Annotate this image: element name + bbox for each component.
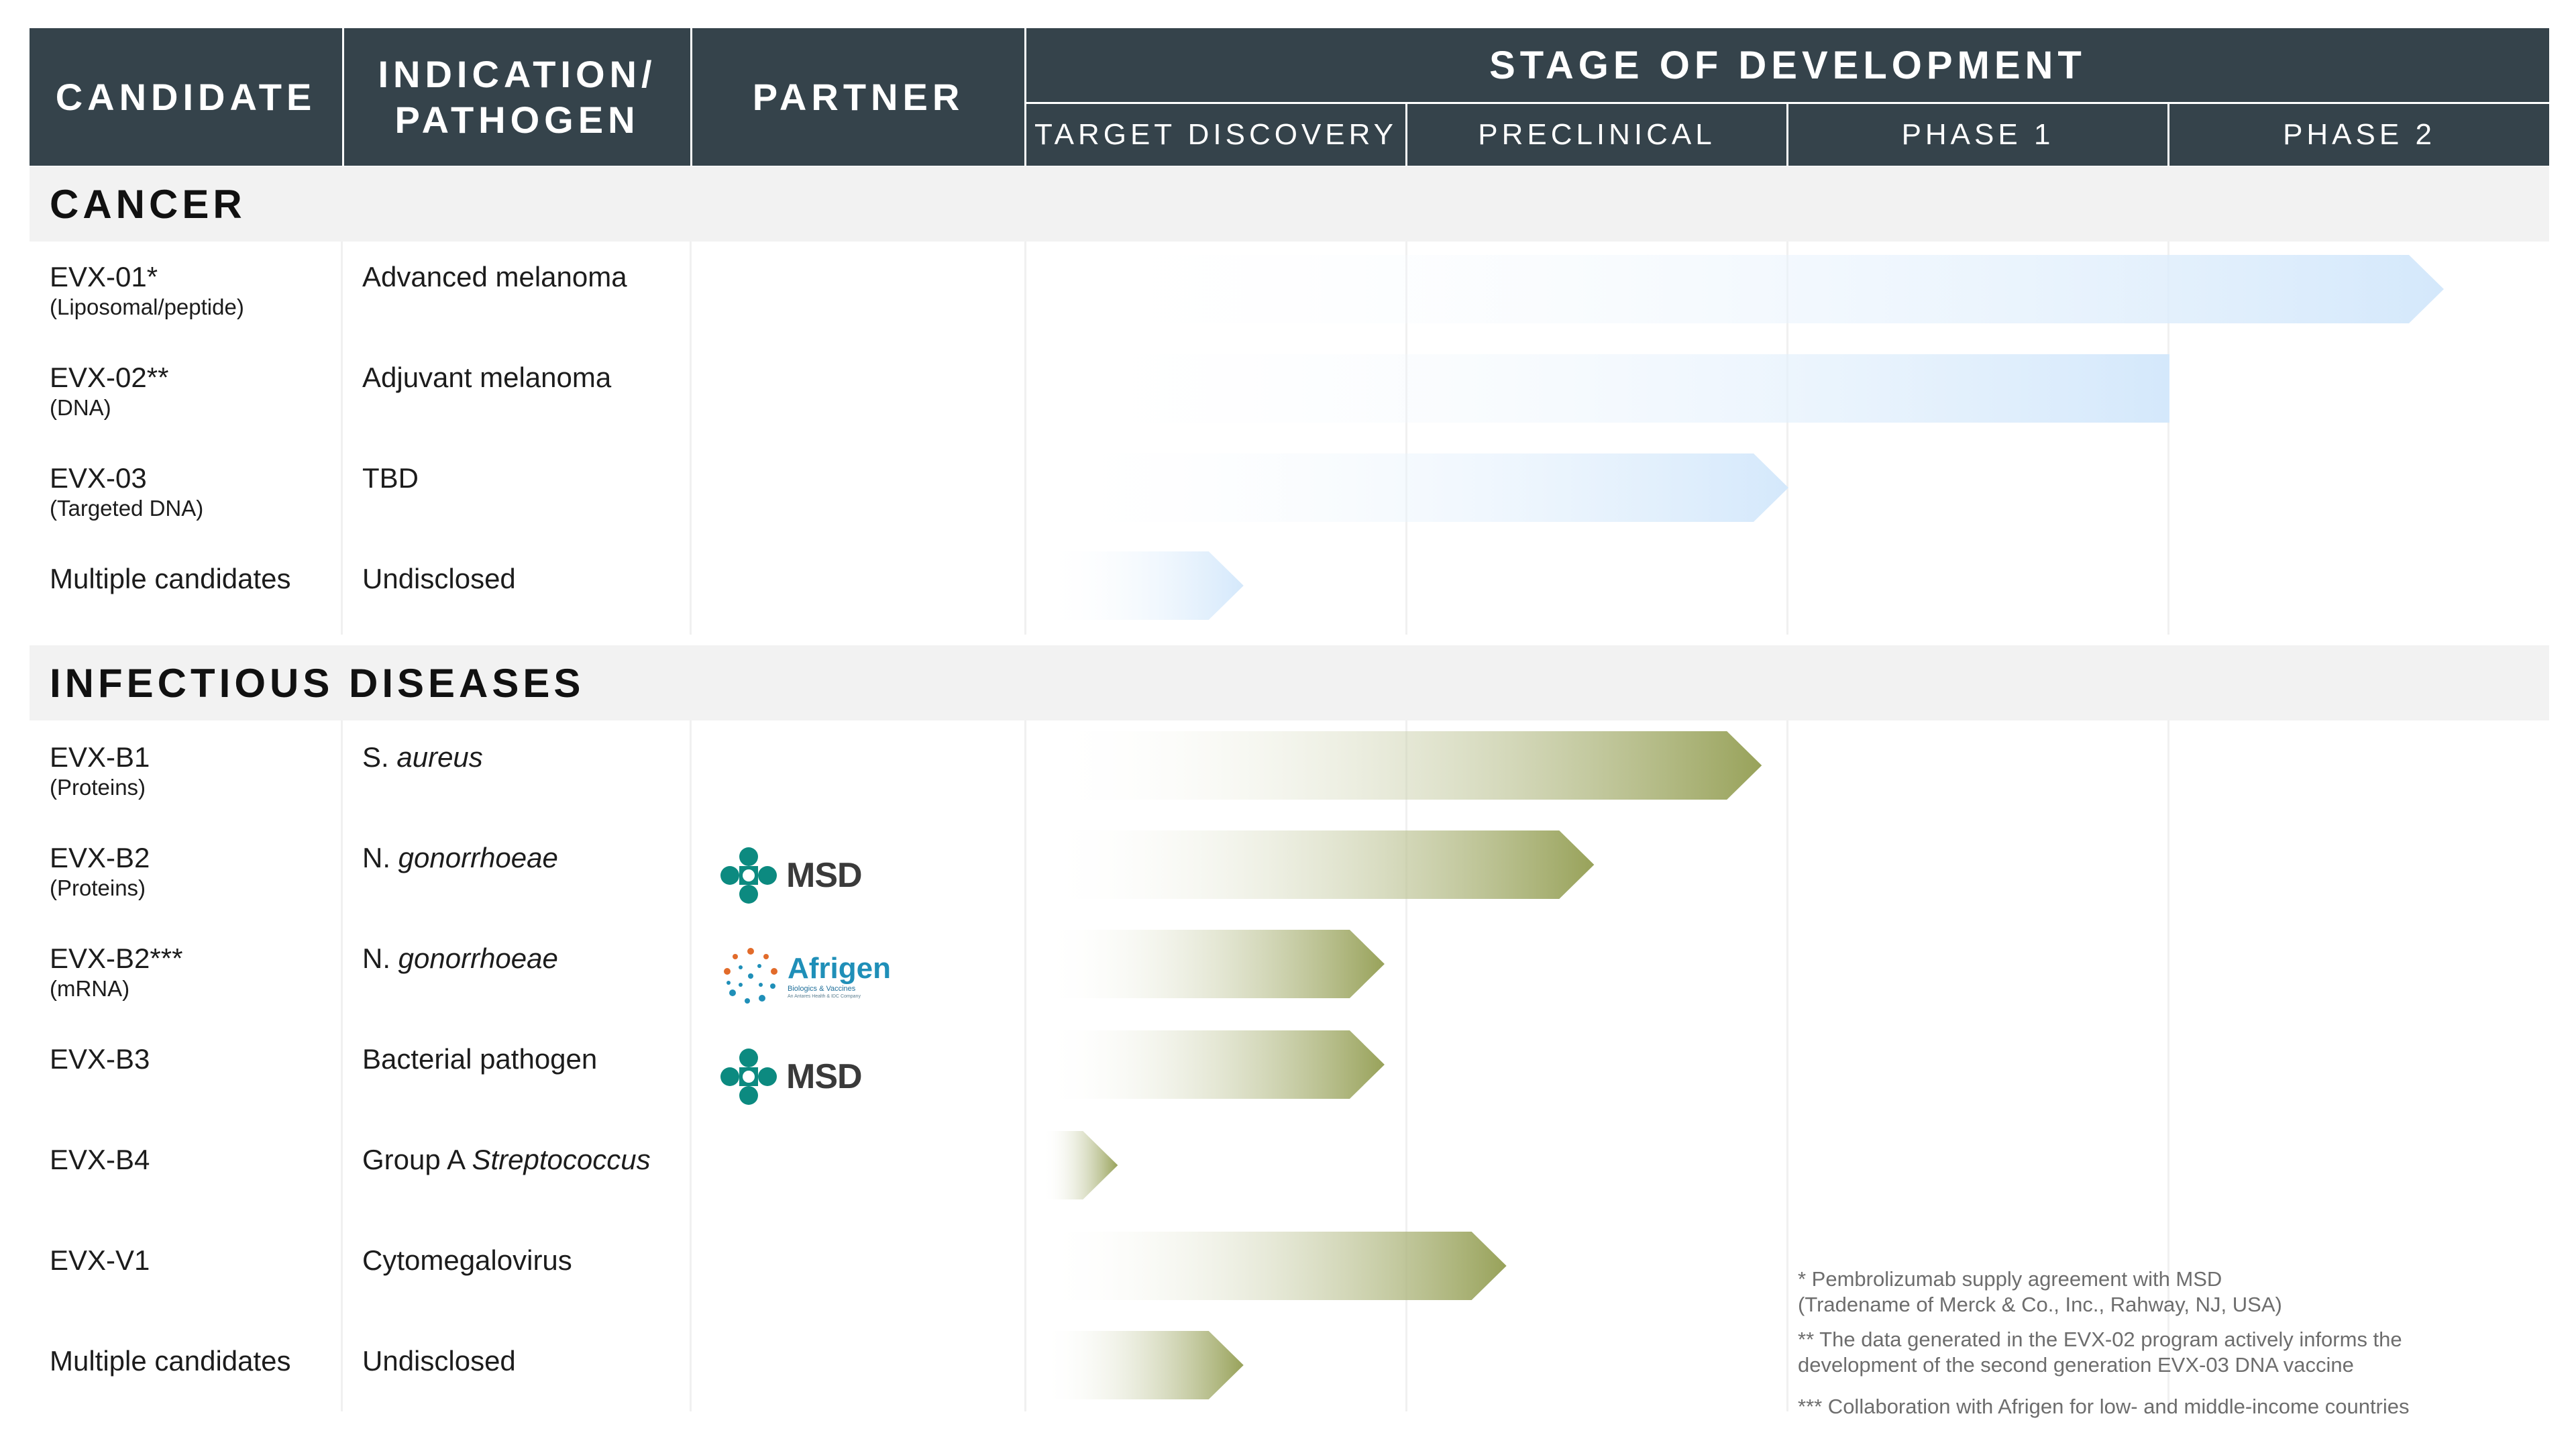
stage-bar-evx-b1 xyxy=(1043,731,1762,800)
stage-bar-evx-b2 xyxy=(1043,830,1595,899)
stage-bar-evx-02 xyxy=(1043,354,2169,423)
footnote-1: * Pembrolizumab supply agreement with MS… xyxy=(1798,1267,2282,1316)
stage-bar-evx-03 xyxy=(1043,453,1788,522)
stage-bar-multiple-candidates xyxy=(1043,1331,1244,1399)
footnote-3: *** Collaboration with Afrigen for low- … xyxy=(1798,1395,2410,1418)
stage-bar-evx-b4 xyxy=(1043,1131,1118,1199)
footnote-2: ** The data generated in the EVX-02 prog… xyxy=(1798,1328,2402,1377)
stage-bar-evx-01 xyxy=(1043,255,2444,323)
stage-bar-evx-b3 xyxy=(1043,1030,1385,1099)
pipeline-bars xyxy=(1043,255,2444,1399)
stage-bar-evx-v1 xyxy=(1043,1232,1507,1300)
stage-bar-evx-b2 xyxy=(1043,930,1385,998)
pipeline-chart: CANDIDATE INDICATION/ PATHOGEN PARTNER S… xyxy=(0,0,2576,1449)
stage-bar-multiple-candidates xyxy=(1043,551,1244,620)
